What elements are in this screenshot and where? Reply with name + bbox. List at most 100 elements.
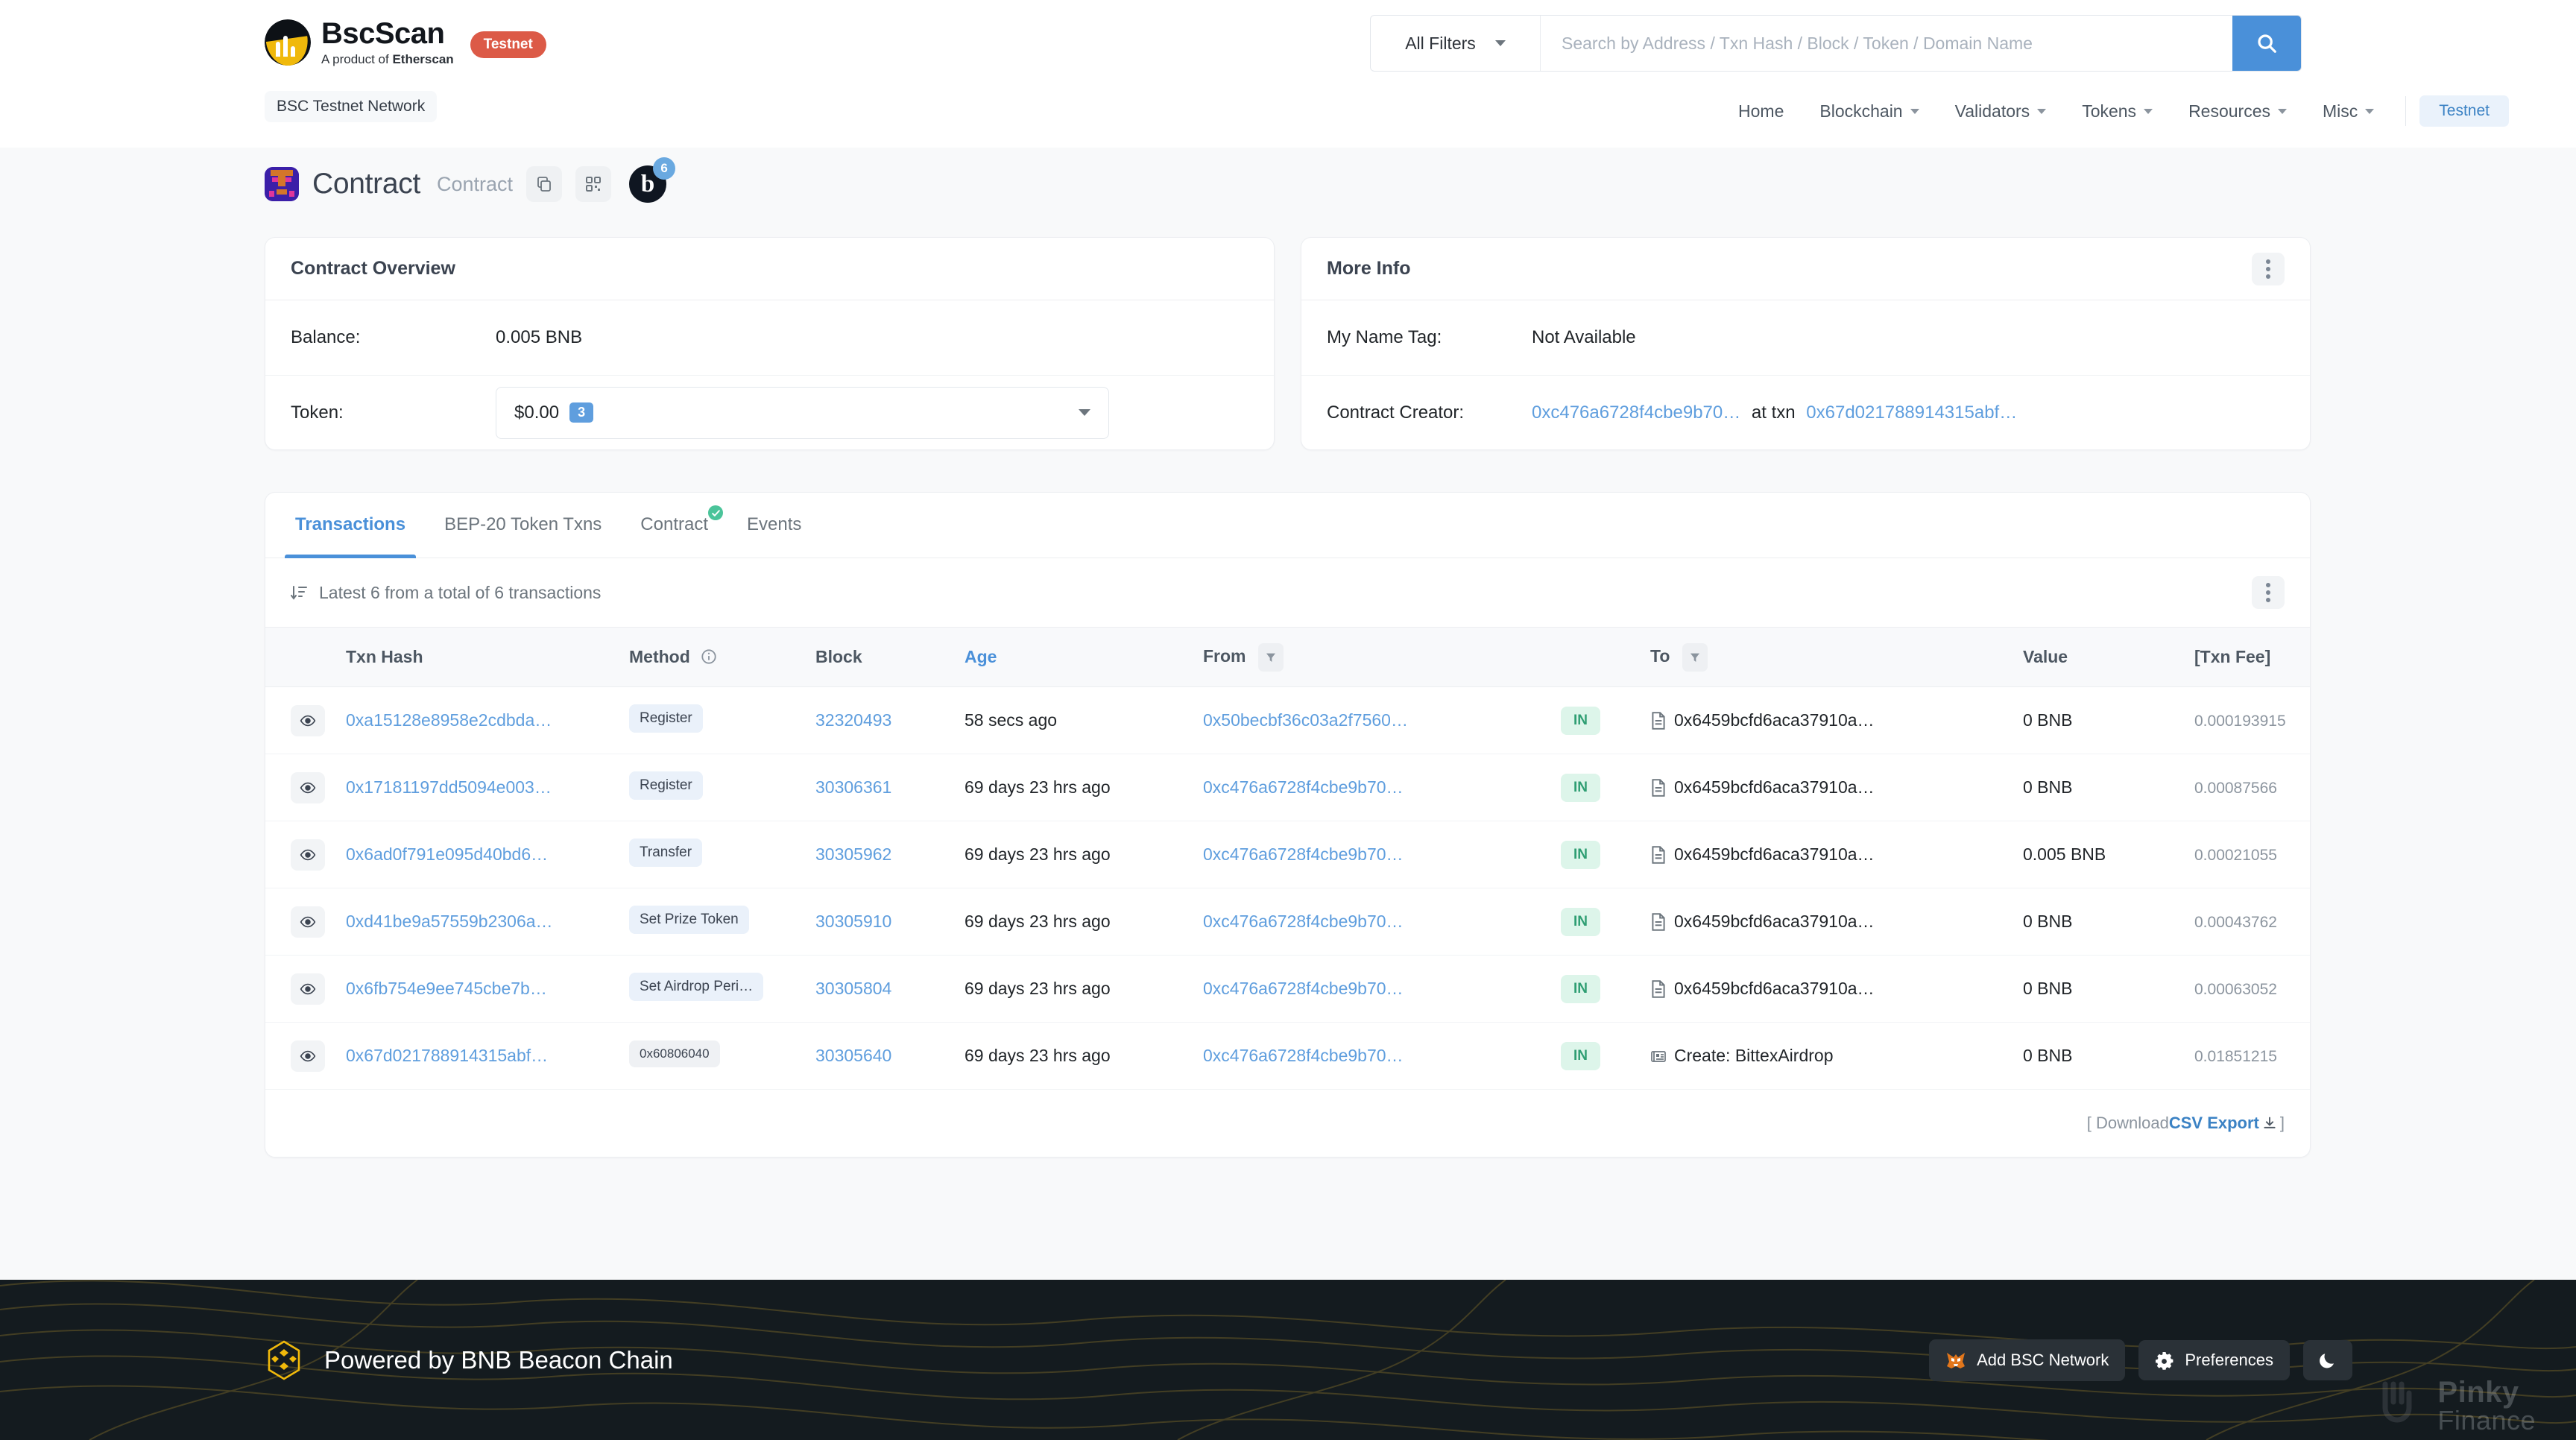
tab-transactions[interactable]: Transactions xyxy=(276,492,425,558)
txn-hash-link[interactable]: 0x6ad0f791e095d40bd6… xyxy=(346,844,548,864)
table-header-row: Txn Hash Method Block Age From To Value … xyxy=(265,627,2310,687)
column-age[interactable]: Age xyxy=(954,627,1193,687)
cell-method: Register xyxy=(619,686,805,754)
tab-bep20-token-txns[interactable]: BEP-20 Token Txns xyxy=(425,492,621,558)
cell-direction: IN xyxy=(1550,754,1640,821)
cell-from: 0xc476a6728f4cbe9b70… xyxy=(1193,955,1550,1023)
preview-eye-button[interactable] xyxy=(291,839,325,871)
from-address-link[interactable]: 0x50becbf36c03a2f7560… xyxy=(1203,710,1408,730)
blockscan-chat-button[interactable]: b 6 xyxy=(629,157,676,203)
txn-hash-link[interactable]: 0xa15128e8958e2cdbda… xyxy=(346,710,552,730)
row-preview-cell xyxy=(265,888,335,956)
chevron-down-icon xyxy=(2144,108,2153,114)
brand-block[interactable]: BscScan A product of Etherscan Testnet xyxy=(265,18,546,67)
transactions-panel: Transactions BEP-20 Token Txns Contract … xyxy=(265,492,2311,1158)
preferences-button[interactable]: Preferences xyxy=(2138,1339,2290,1380)
cell-age: 69 days 23 hrs ago xyxy=(954,955,1193,1023)
all-filters-dropdown[interactable]: All Filters xyxy=(1371,16,1541,71)
nav-item-home[interactable]: Home xyxy=(1720,101,1802,121)
cell-txn-fee: 0.00063052 xyxy=(2184,955,2310,1023)
name-tag-row: My Name Tag: Not Available xyxy=(1301,300,2310,375)
tab-events[interactable]: Events xyxy=(727,492,821,558)
cell-age: 69 days 23 hrs ago xyxy=(954,1022,1193,1090)
token-value: $0.00 xyxy=(514,402,560,423)
network-chip[interactable]: BSC Testnet Network xyxy=(265,91,438,122)
block-link[interactable]: 30305804 xyxy=(815,979,891,998)
watermark-line-1: Pinky xyxy=(2437,1376,2519,1409)
contract-title-row: Contract Contract b 6 xyxy=(265,157,676,203)
copy-address-button[interactable] xyxy=(526,166,563,202)
block-link[interactable]: 30306361 xyxy=(815,777,891,797)
cell-to: 0x6459bcfd6aca37910a… xyxy=(1640,888,2012,956)
nav-item-tokens[interactable]: Tokens xyxy=(2064,101,2171,121)
transactions-menu-button[interactable] xyxy=(2252,576,2285,609)
network-switch-button[interactable]: Testnet xyxy=(2419,95,2509,127)
block-link[interactable]: 30305640 xyxy=(815,1046,891,1065)
cell-txn-fee: 0.00021055 xyxy=(2184,821,2310,888)
sort-descending-icon xyxy=(291,586,307,600)
method-badge: Transfer xyxy=(629,838,703,867)
row-preview-cell xyxy=(265,754,335,821)
from-address-link[interactable]: 0xc476a6728f4cbe9b70… xyxy=(1203,912,1404,931)
preferences-label: Preferences xyxy=(2185,1350,2273,1369)
contract-creator-txn-link[interactable]: 0x67d021788914315abf… xyxy=(1806,402,2017,423)
txn-hash-link[interactable]: 0x17181197dd5094e003… xyxy=(346,777,552,797)
more-info-menu-button[interactable] xyxy=(2252,252,2285,285)
add-bsc-network-button[interactable]: Add BSC Network xyxy=(1929,1339,2126,1381)
csv-export-row: [ Download CSV Export ] xyxy=(265,1090,2310,1157)
token-dropdown[interactable]: $0.00 3 xyxy=(496,386,1109,439)
search-input[interactable] xyxy=(1541,16,2232,71)
cell-txn-fee: 0.00087566 xyxy=(2184,754,2310,821)
preview-eye-button[interactable] xyxy=(291,973,325,1005)
more-info-title: More Info xyxy=(1327,258,1411,279)
contract-creator-address-link[interactable]: 0xc476a6728f4cbe9b70… xyxy=(1532,402,1740,423)
cell-to: 0x6459bcfd6aca37910a… xyxy=(1640,686,2012,754)
eye-icon xyxy=(300,1050,316,1061)
column-method: Method xyxy=(619,627,805,687)
bnb-logo-icon xyxy=(268,1339,300,1380)
chevron-down-icon xyxy=(2037,108,2047,114)
eye-icon xyxy=(300,782,316,793)
from-address-link[interactable]: 0xc476a6728f4cbe9b70… xyxy=(1203,1046,1404,1065)
to-address-text: 0x6459bcfd6aca37910a… xyxy=(1674,710,1875,730)
cell-txn-hash: 0xd41be9a57559b2306a… xyxy=(335,888,619,956)
txn-hash-link[interactable]: 0x6fb754e9ee745cbe7b… xyxy=(346,979,547,998)
bscscan-logo[interactable]: BscScan A product of Etherscan xyxy=(265,18,454,67)
block-link[interactable]: 30305910 xyxy=(815,912,891,931)
csv-prefix: [ Download xyxy=(2086,1114,2169,1132)
tab-contract[interactable]: Contract xyxy=(621,492,727,558)
qr-code-button[interactable] xyxy=(575,166,612,202)
contract-create-icon xyxy=(1651,1050,1666,1062)
search-button[interactable] xyxy=(2232,16,2301,71)
from-address-link[interactable]: 0xc476a6728f4cbe9b70… xyxy=(1203,979,1404,998)
preview-eye-button[interactable] xyxy=(291,906,325,938)
row-preview-cell xyxy=(265,955,335,1023)
csv-export-link[interactable]: CSV Export xyxy=(2169,1114,2259,1133)
nav-item-blockchain[interactable]: Blockchain xyxy=(1802,101,1936,121)
nav-item-resources[interactable]: Resources xyxy=(2171,101,2305,121)
block-link[interactable]: 32320493 xyxy=(815,710,891,730)
page-subtitle: Contract xyxy=(437,172,514,195)
table-row: 0x17181197dd5094e003… Register 30306361 … xyxy=(265,754,2310,821)
method-badge: 0x60806040 xyxy=(629,1040,720,1067)
preview-eye-button[interactable] xyxy=(291,1040,325,1072)
cell-txn-hash: 0xa15128e8958e2cdbda… xyxy=(335,686,619,754)
nav-item-misc[interactable]: Misc xyxy=(2305,101,2392,121)
cell-block: 30305910 xyxy=(805,888,954,956)
table-row: 0x6fb754e9ee745cbe7b… Set Airdrop Peri… … xyxy=(265,955,2310,1023)
txn-hash-link[interactable]: 0xd41be9a57559b2306a… xyxy=(346,912,553,931)
from-address-link[interactable]: 0xc476a6728f4cbe9b70… xyxy=(1203,777,1404,797)
preview-eye-button[interactable] xyxy=(291,771,325,803)
block-link[interactable]: 30305962 xyxy=(815,844,891,864)
nav-divider xyxy=(2405,96,2407,126)
name-tag-value: Not Available xyxy=(1532,327,1636,347)
dark-mode-toggle[interactable] xyxy=(2303,1339,2352,1380)
preview-eye-button[interactable] xyxy=(291,704,325,736)
from-filter-button[interactable] xyxy=(1257,642,1284,672)
nav-item-validators[interactable]: Validators xyxy=(1937,101,2065,121)
footer-action-buttons: Add BSC Network Preferences xyxy=(1929,1339,2352,1381)
to-filter-button[interactable] xyxy=(1682,642,1708,672)
from-address-link[interactable]: 0xc476a6728f4cbe9b70… xyxy=(1203,844,1404,864)
to-address-text: 0x6459bcfd6aca37910a… xyxy=(1674,844,1875,864)
txn-hash-link[interactable]: 0x67d021788914315abf… xyxy=(346,1046,548,1065)
